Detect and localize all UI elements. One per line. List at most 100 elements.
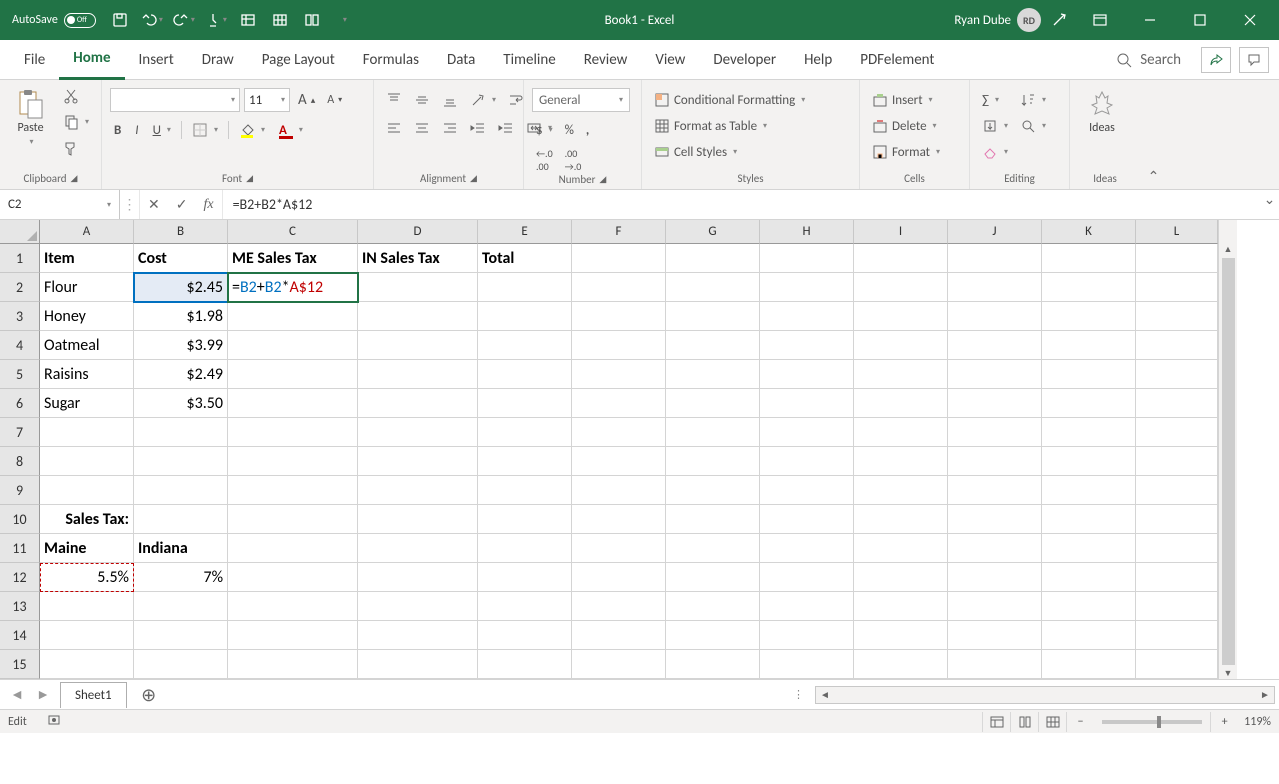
cell[interactable] [358,592,478,621]
cell[interactable] [572,360,666,389]
cell[interactable] [572,650,666,679]
cell[interactable] [228,650,358,679]
tab-view[interactable]: View [641,40,699,80]
format-painter-button[interactable] [59,136,93,160]
cell[interactable] [760,592,854,621]
column-headers[interactable]: A B C D E F G H I J K L [40,220,1218,244]
cell[interactable]: Sales Tax: [40,505,134,534]
copy-button[interactable]: ▾ [59,110,93,134]
cell[interactable] [666,621,760,650]
decrease-decimal-button[interactable]: .00→.0 [561,148,586,172]
cell[interactable]: IN Sales Tax [358,244,478,273]
cell-c2-editing[interactable]: =B2+B2*A$12 [228,273,358,302]
cell[interactable] [1136,273,1218,302]
cell[interactable] [1042,389,1136,418]
add-sheet-button[interactable]: ⊕ [137,683,161,707]
conditional-formatting-button[interactable]: Conditional Formatting▾ [650,88,809,112]
coming-soon-icon[interactable] [1045,6,1073,34]
tab-pdfelement[interactable]: PDFelement [846,40,948,80]
cell[interactable] [572,563,666,592]
cell-grid[interactable]: Item Cost ME Sales Tax IN Sales Tax Tota… [40,244,1218,679]
minimize-button[interactable] [1127,4,1173,36]
number-dialog[interactable]: ◢ [599,174,606,185]
align-bottom-button[interactable] [438,88,462,112]
percent-format-button[interactable]: % [561,118,578,142]
cell[interactable] [666,534,760,563]
cell[interactable] [478,592,572,621]
cell-styles-button[interactable]: Cell Styles▾ [650,140,741,164]
cell[interactable] [1136,505,1218,534]
cell[interactable] [358,360,478,389]
cell[interactable] [228,302,358,331]
cell[interactable]: Oatmeal [40,331,134,360]
cell[interactable] [666,389,760,418]
cell[interactable] [948,650,1042,679]
cell[interactable] [760,476,854,505]
select-all-corner[interactable] [0,220,40,244]
col-head[interactable]: F [572,220,666,244]
cell[interactable] [948,418,1042,447]
cell[interactable] [666,302,760,331]
cell[interactable] [948,563,1042,592]
zoom-in-button[interactable]: + [1210,712,1238,732]
format-as-table-button[interactable]: Format as Table▾ [650,114,771,138]
cell[interactable] [1136,563,1218,592]
row-head[interactable]: 9 [0,476,40,505]
sheet-nav-next[interactable]: ► [30,684,56,706]
cell[interactable] [666,273,760,302]
cell[interactable] [478,418,572,447]
cell[interactable] [1042,650,1136,679]
cut-button[interactable] [59,84,93,108]
cell[interactable] [666,447,760,476]
cell[interactable] [358,476,478,505]
cell[interactable] [134,418,228,447]
cell[interactable] [666,331,760,360]
col-head[interactable]: A [40,220,134,244]
tab-help[interactable]: Help [790,40,846,80]
cell[interactable] [1136,302,1218,331]
cell[interactable] [1136,534,1218,563]
row-head[interactable]: 8 [0,447,40,476]
cell[interactable] [1136,389,1218,418]
cell-b2-reference[interactable]: $2.45 [134,273,228,302]
cell[interactable] [134,447,228,476]
cell[interactable] [1136,650,1218,679]
cell[interactable] [1136,360,1218,389]
font-dialog[interactable]: ◢ [246,173,253,184]
view-normal-button[interactable] [982,712,1010,732]
cell[interactable] [358,331,478,360]
cell[interactable] [854,476,948,505]
cell[interactable] [948,592,1042,621]
cell[interactable] [228,360,358,389]
cell[interactable] [478,389,572,418]
cell[interactable] [478,534,572,563]
zoom-out-button[interactable]: − [1066,712,1094,732]
row-head[interactable]: 10 [0,505,40,534]
col-head[interactable]: D [358,220,478,244]
cell[interactable] [134,505,228,534]
autosave-toggle[interactable]: AutoSave Off [6,13,102,28]
paste-button[interactable]: Paste▾ [8,84,53,148]
cell[interactable] [854,621,948,650]
tab-developer[interactable]: Developer [699,40,790,80]
insert-cells-button[interactable]: Insert▾ [868,88,937,112]
cell[interactable] [228,389,358,418]
increase-indent-button[interactable] [494,116,518,140]
cell[interactable] [948,302,1042,331]
cell[interactable] [1042,592,1136,621]
cell[interactable] [358,505,478,534]
underline-button[interactable]: U▾ [149,118,175,142]
row-head[interactable]: 2 [0,273,40,302]
ribbon-options-icon[interactable] [1077,4,1123,36]
cell[interactable] [948,244,1042,273]
alignment-dialog[interactable]: ◢ [470,173,477,184]
cell[interactable] [948,505,1042,534]
font-size-select[interactable]: 11▾ [244,88,290,112]
cell[interactable] [666,505,760,534]
cell[interactable] [358,273,478,302]
sheet-nav-prev[interactable]: ◄ [4,684,30,706]
cell[interactable]: Indiana [134,534,228,563]
cell[interactable] [854,505,948,534]
name-box-expand[interactable]: ⋮ [120,190,140,219]
col-head[interactable]: G [666,220,760,244]
